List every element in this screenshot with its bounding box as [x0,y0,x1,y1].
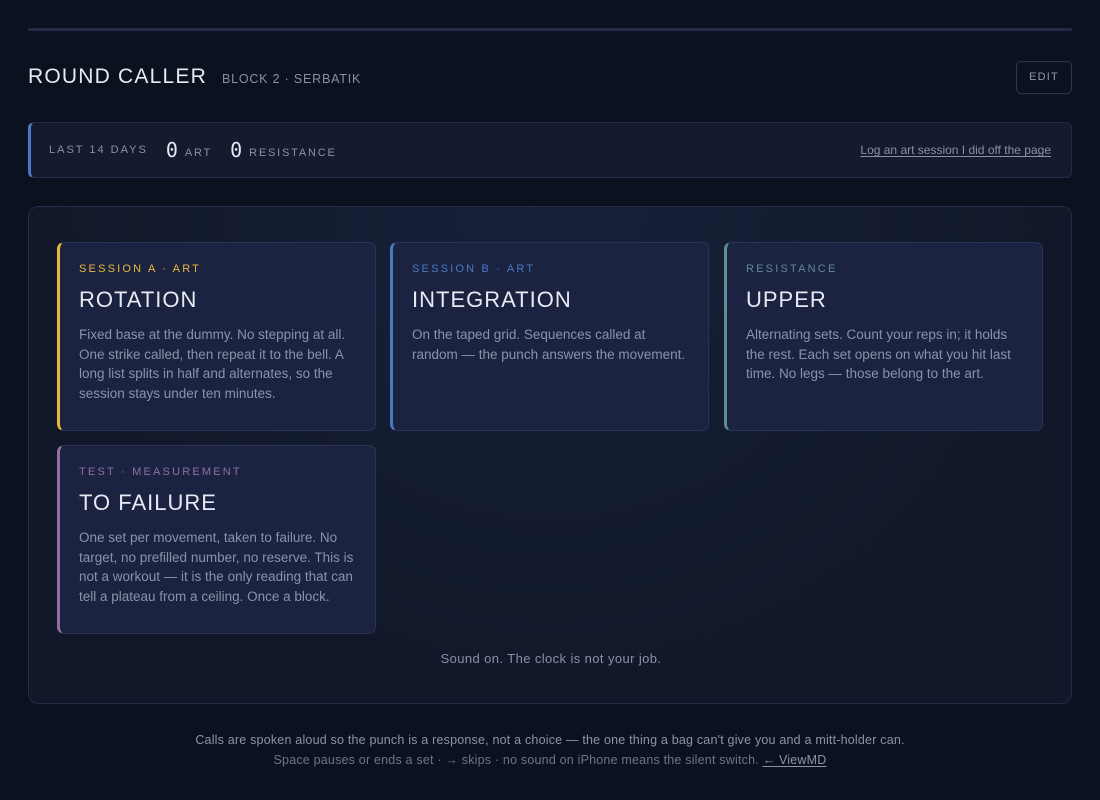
footer-shortcuts-text: Space pauses or ends a set · → skips · n… [273,753,759,767]
art-count: 0 [165,138,178,162]
card-tag: SESSION A · ART [79,263,202,275]
card-tag: TEST · MEASUREMENT [79,466,242,478]
footer-explanation: Calls are spoken aloud so the punch is a… [195,733,905,747]
card-tag: SESSION B · ART [412,263,536,275]
session-card-integration[interactable]: SESSION B · ART INTEGRATION On the taped… [390,242,709,431]
footer-shortcuts: Space pauses or ends a set · → skips · n… [0,753,1100,767]
card-title: INTEGRATION [412,287,572,312]
stats-period-label: LAST 14 DAYS [49,144,148,156]
card-title: UPPER [746,287,827,312]
card-tag: RESISTANCE [746,263,838,275]
card-description: Fixed base at the dummy. No stepping at … [79,327,346,402]
top-divider [28,28,1072,31]
session-card-rotation[interactable]: SESSION A · ART ROTATION Fixed base at t… [57,242,376,431]
session-card-to-failure[interactable]: TEST · MEASUREMENT TO FAILURE One set pe… [57,445,376,634]
card-title: ROTATION [79,287,198,312]
resistance-count: 0 [230,138,243,162]
resistance-count-label: RESISTANCE [249,147,337,159]
card-description: On the taped grid. Sequences called at r… [412,327,686,362]
log-art-session-link[interactable]: Log an art session I did off the page [860,143,1051,157]
app-title: ROUND CALLER [28,65,207,88]
page-footer: Calls are spoken aloud so the punch is a… [0,733,1100,767]
block-subtitle: BLOCK 2 · SERBATIK [221,72,362,86]
card-description: One set per movement, taken to failure. … [79,530,354,605]
art-count-label: ART [184,147,213,159]
session-panel: SESSION A · ART ROTATION Fixed base at t… [28,206,1072,704]
card-title: TO FAILURE [79,490,217,515]
viewmd-link[interactable]: ← ViewMD [763,753,827,767]
page-header: ROUND CALLER BLOCK 2 · SERBATIK EDIT [28,60,1072,94]
stats-bar: LAST 14 DAYS 0 ART 0 RESISTANCE Log an a… [28,122,1072,178]
sound-hint: Sound on. The clock is not your job. [440,651,662,666]
card-description: Alternating sets. Count your reps in; it… [746,327,1011,382]
session-card-upper[interactable]: RESISTANCE UPPER Alternating sets. Count… [724,242,1043,431]
edit-button[interactable]: EDIT [1016,60,1072,94]
